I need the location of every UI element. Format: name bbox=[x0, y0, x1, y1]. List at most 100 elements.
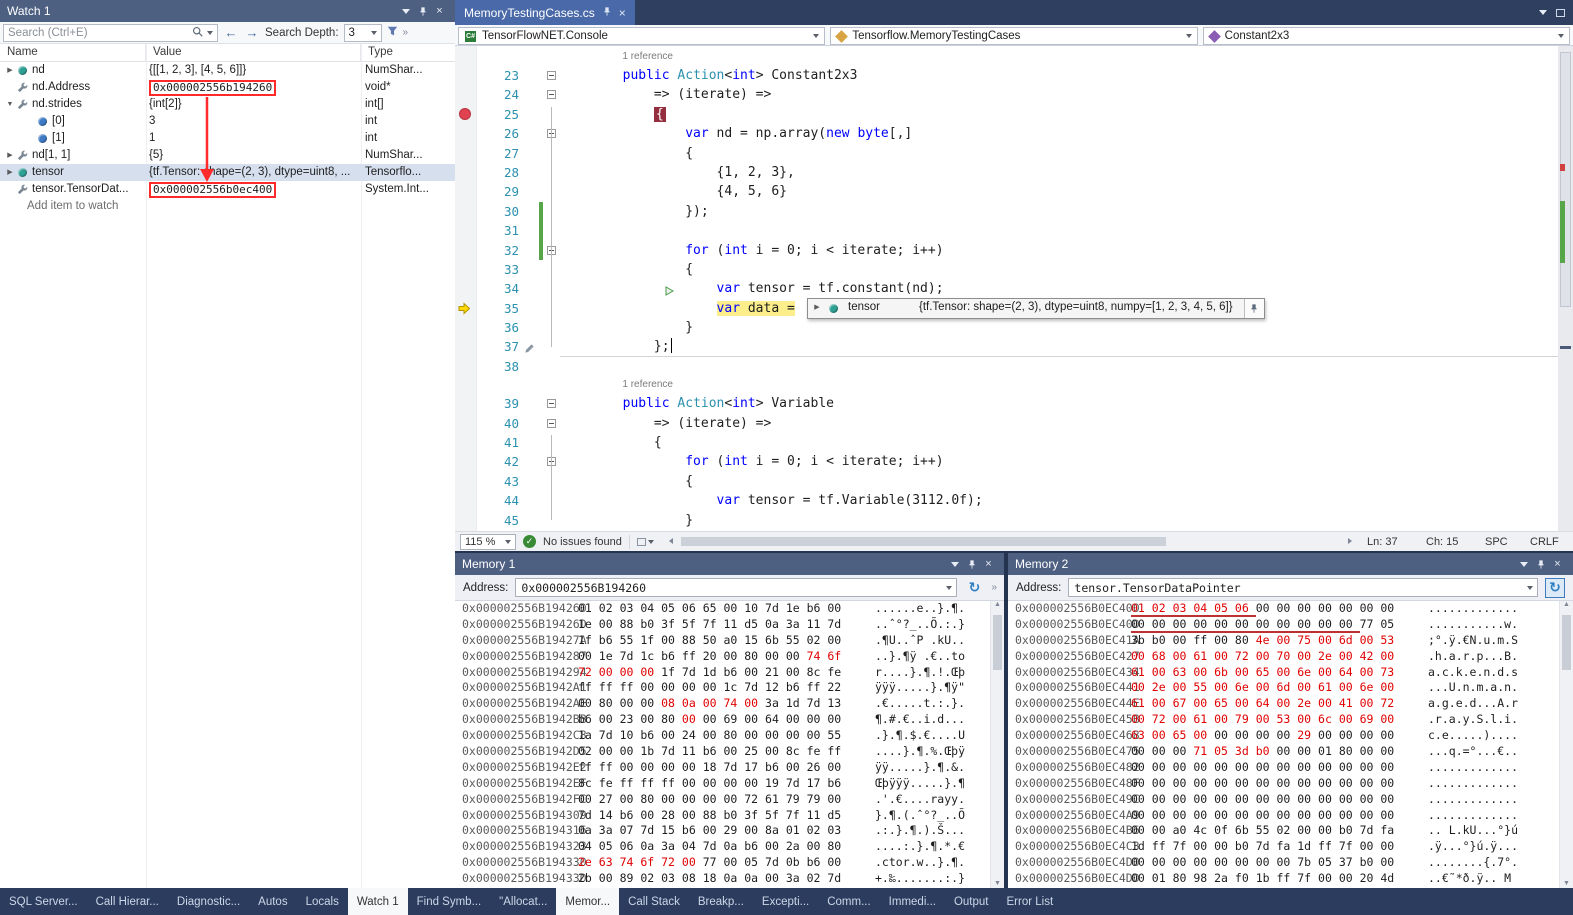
scroll-left-icon[interactable] bbox=[669, 538, 673, 544]
tool-window-tab[interactable]: Call Hierar... bbox=[87, 888, 168, 915]
watch-item-value[interactable]: {tf.Tensor: shape=(2, 3), dtype=uint8, .… bbox=[149, 166, 350, 178]
tool-window-tab[interactable]: Output bbox=[945, 888, 998, 915]
memory-row[interactable]: 0x000002556B1942C81a 7d 10 b6 00 24 00 8… bbox=[455, 728, 990, 744]
memory-bytes[interactable]: b6 00 23 00 80 00 00 69 00 64 00 00 00 bbox=[578, 712, 841, 728]
window-position-icon[interactable] bbox=[1515, 556, 1532, 572]
memory-row[interactable]: 0x000002556B0EC40D00 00 00 00 00 00 00 0… bbox=[1008, 617, 1559, 633]
code-line[interactable]: 29 {4, 5, 6} bbox=[455, 182, 1558, 201]
memory-row[interactable]: 0x000002556B1942E2ff ff 00 00 00 00 18 7… bbox=[455, 760, 990, 776]
tool-window-tab[interactable]: Call Stack bbox=[619, 888, 689, 915]
search-input-container[interactable] bbox=[3, 24, 218, 42]
memory-bytes[interactable]: 00 1e 7d 1c b6 ff 20 00 80 00 00 74 6f bbox=[578, 649, 841, 665]
editor-vertical-scrollbar[interactable] bbox=[1558, 46, 1573, 531]
breakpoint-icon[interactable] bbox=[459, 108, 471, 120]
memory-row[interactable]: 0x000002556B1943097d 14 b6 00 28 00 88 b… bbox=[455, 808, 990, 824]
search-depth-select[interactable]: 3 bbox=[344, 24, 382, 42]
search-prev-icon[interactable]: ← bbox=[223, 25, 239, 40]
code-line[interactable]: 33 { bbox=[455, 260, 1558, 279]
memory-bytes[interactable]: 04 05 06 0a 3a 04 7d 0a b6 00 2a 00 80 bbox=[578, 839, 841, 855]
memory-bytes[interactable]: 0a 3a 07 7d 15 b6 00 29 00 8a 01 02 03 bbox=[578, 823, 841, 839]
tool-window-tab[interactable]: SQL Server... bbox=[0, 888, 87, 915]
window-menu-icon[interactable] bbox=[1556, 9, 1565, 17]
watch-row[interactable]: nd.Address0x000002556b194260void* bbox=[0, 79, 455, 96]
scrollbar-thumb[interactable] bbox=[1560, 52, 1571, 307]
watch-row[interactable]: [1]1int bbox=[0, 130, 455, 147]
memory-bytes[interactable]: 8c fe ff ff ff 00 00 00 00 19 7d 17 b6 bbox=[578, 776, 841, 792]
messages-filter-icon[interactable] bbox=[637, 538, 654, 546]
memory-row[interactable]: 0x000002556B0EC4C31d ff 7f 00 00 b0 7d f… bbox=[1008, 839, 1559, 855]
memory-bytes[interactable]: 00 00 a0 4c 0f 6b 55 02 00 00 b0 7d fa bbox=[1131, 823, 1394, 839]
code-line[interactable]: 44 var tensor = tf.Variable(3112.0f); bbox=[455, 491, 1558, 510]
member-dropdown[interactable]: Constant2x3 bbox=[1203, 27, 1570, 45]
fold-collapse-icon[interactable] bbox=[547, 90, 556, 99]
expander-icon[interactable]: ▶ bbox=[4, 62, 16, 79]
watch-item-value[interactable]: {int[2]} bbox=[149, 98, 182, 110]
tab-pin-icon[interactable] bbox=[602, 6, 612, 20]
code-line[interactable]: 28 {1, 2, 3}, bbox=[455, 163, 1558, 182]
codelens-row[interactable]: 1 reference bbox=[455, 376, 1558, 394]
memory-row[interactable]: 0x000002556B0EC49C00 00 00 00 00 00 00 0… bbox=[1008, 792, 1559, 808]
memory-row[interactable]: 0x000002556B0EC45B00 72 00 61 00 79 00 5… bbox=[1008, 712, 1559, 728]
watch-row[interactable]: tensor.TensorDat...0x000002556b0ec400Sys… bbox=[0, 181, 455, 198]
memory-bytes[interactable]: 2e 63 74 6f 72 00 77 00 05 7d 0b b6 00 bbox=[578, 855, 841, 871]
annotated-value[interactable]: 0x000002556b194260 bbox=[149, 80, 276, 96]
watch-column-headers[interactable]: Name Value Type bbox=[0, 44, 455, 62]
memory-row[interactable]: 0x000002556B0EC44E61 00 67 00 65 00 64 0… bbox=[1008, 696, 1559, 712]
memory-row[interactable]: 0x000002556B0EC42700 68 00 61 00 72 00 7… bbox=[1008, 649, 1559, 665]
memory-bytes[interactable]: 2b 00 89 02 03 08 18 0a 0a 00 3a 02 7d bbox=[578, 871, 841, 887]
memory-row[interactable]: 0x000002556B0EC48200 00 00 00 00 00 00 0… bbox=[1008, 760, 1559, 776]
tool-window-tab[interactable]: Watch 1 bbox=[348, 888, 408, 915]
tool-window-tab[interactable]: Breakp... bbox=[689, 888, 753, 915]
code-line[interactable]: 45 } bbox=[455, 511, 1558, 530]
memory-bytes[interactable]: 1d ff 7f 00 00 b0 7d fa 1d ff 7f 00 00 bbox=[1131, 839, 1394, 855]
memory-row[interactable]: 0x000002556B19433D2b 00 89 02 03 08 18 0… bbox=[455, 871, 990, 887]
memory-bytes[interactable]: 00 00 00 00 00 00 00 00 00 00 00 00 00 bbox=[1131, 760, 1394, 776]
codelens-row[interactable]: 1 reference bbox=[455, 48, 1558, 66]
memory-bytes[interactable]: 00 72 00 61 00 79 00 53 00 6c 00 69 00 bbox=[1131, 712, 1394, 728]
type-dropdown[interactable]: Tensorflow.MemoryTestingCases bbox=[830, 27, 1197, 45]
code-editor[interactable]: 1 reference23 public Action<int> Constan… bbox=[455, 46, 1573, 531]
document-list-chevron-icon[interactable] bbox=[1539, 10, 1547, 15]
memory-bytes[interactable]: 01 02 03 04 05 06 00 00 00 00 00 00 00 bbox=[1131, 601, 1394, 617]
code-line[interactable]: 31 bbox=[455, 221, 1558, 240]
memory-bytes[interactable]: 02 00 00 1b 7d 11 b6 00 25 00 8c fe ff bbox=[578, 744, 841, 760]
fold-collapse-icon[interactable] bbox=[547, 399, 556, 408]
search-input[interactable] bbox=[8, 27, 188, 39]
memory-row[interactable]: 0x000002556B0EC4A900 00 00 00 00 00 00 0… bbox=[1008, 808, 1559, 824]
memory-row[interactable]: 0x000002556B0EC4DD00 01 80 98 2a f0 1b f… bbox=[1008, 871, 1559, 887]
memory-bytes[interactable]: 00 00 00 00 00 00 00 00 00 00 00 00 00 bbox=[1131, 792, 1394, 808]
memory-bytes[interactable]: 1f b6 55 1f 00 88 50 a0 15 6b 55 02 00 bbox=[578, 633, 841, 649]
fold-collapse-icon[interactable] bbox=[547, 419, 556, 428]
close-icon[interactable]: × bbox=[1549, 556, 1566, 572]
tool-window-tab[interactable]: "Allocat... bbox=[490, 888, 556, 915]
memory-bytes[interactable]: 63 00 65 00 00 00 00 00 29 00 00 00 00 bbox=[1131, 728, 1394, 744]
memory2-title-bar[interactable]: Memory 2 × bbox=[1008, 553, 1573, 575]
memory-bytes[interactable]: 00 00 00 71 05 3d b0 00 00 01 80 00 00 bbox=[1131, 744, 1394, 760]
pin-icon[interactable] bbox=[1532, 556, 1549, 572]
tool-window-tab[interactable]: Find Symb... bbox=[408, 888, 491, 915]
annotated-value[interactable]: 0x000002556b0ec400 bbox=[149, 182, 276, 198]
memory-bytes[interactable]: 00 68 00 61 00 72 00 70 00 2e 00 42 00 bbox=[1131, 649, 1394, 665]
code-line[interactable]: 32 for (int i = 0; i < iterate; i++) bbox=[455, 241, 1558, 260]
code-line[interactable]: 26 var nd = np.array(new byte[,] bbox=[455, 124, 1558, 143]
fold-collapse-icon[interactable] bbox=[547, 71, 556, 80]
code-line[interactable]: 25 { bbox=[455, 105, 1558, 124]
column-indicator[interactable]: Ch: 15 bbox=[1426, 536, 1478, 548]
code-line[interactable]: 37 }; bbox=[455, 337, 1558, 356]
project-dropdown[interactable]: C# TensorFlowNET.Console bbox=[458, 27, 825, 45]
hscrollbar-thumb[interactable] bbox=[681, 537, 1166, 546]
watch-row[interactable]: ▶nd[1, 1]{5}NumShar... bbox=[0, 147, 455, 164]
memory-row[interactable]: 0x000002556B1942A1ff ff ff 00 00 00 00 1… bbox=[455, 680, 990, 696]
memory-row[interactable]: 0x000002556B1942EF8c fe ff ff ff 00 00 0… bbox=[455, 776, 990, 792]
memory-bytes[interactable]: ff ff ff 00 00 00 00 1c 7d 12 b6 ff 22 bbox=[578, 680, 841, 696]
code-line[interactable]: 40 => (iterate) => bbox=[455, 414, 1558, 433]
tab-close-icon[interactable]: × bbox=[619, 6, 626, 20]
column-header-type[interactable]: Type bbox=[361, 44, 455, 61]
memory-bytes[interactable]: 00 00 00 00 00 00 00 00 00 00 00 00 00 bbox=[1131, 808, 1394, 824]
insert-mode-indicator[interactable]: SPC bbox=[1485, 536, 1523, 548]
memory-row[interactable]: 0x000002556B1943160a 3a 07 7d 15 b6 00 2… bbox=[455, 823, 990, 839]
memory-row[interactable]: 0x000002556B19432304 05 06 0a 3a 04 7d 0… bbox=[455, 839, 990, 855]
memory2-address-input[interactable]: tensor.TensorDataPointer bbox=[1068, 578, 1538, 597]
expander-icon[interactable]: ▶ bbox=[4, 147, 16, 164]
memory-row[interactable]: 0x000002556B0EC48F00 00 00 00 00 00 00 0… bbox=[1008, 776, 1559, 792]
